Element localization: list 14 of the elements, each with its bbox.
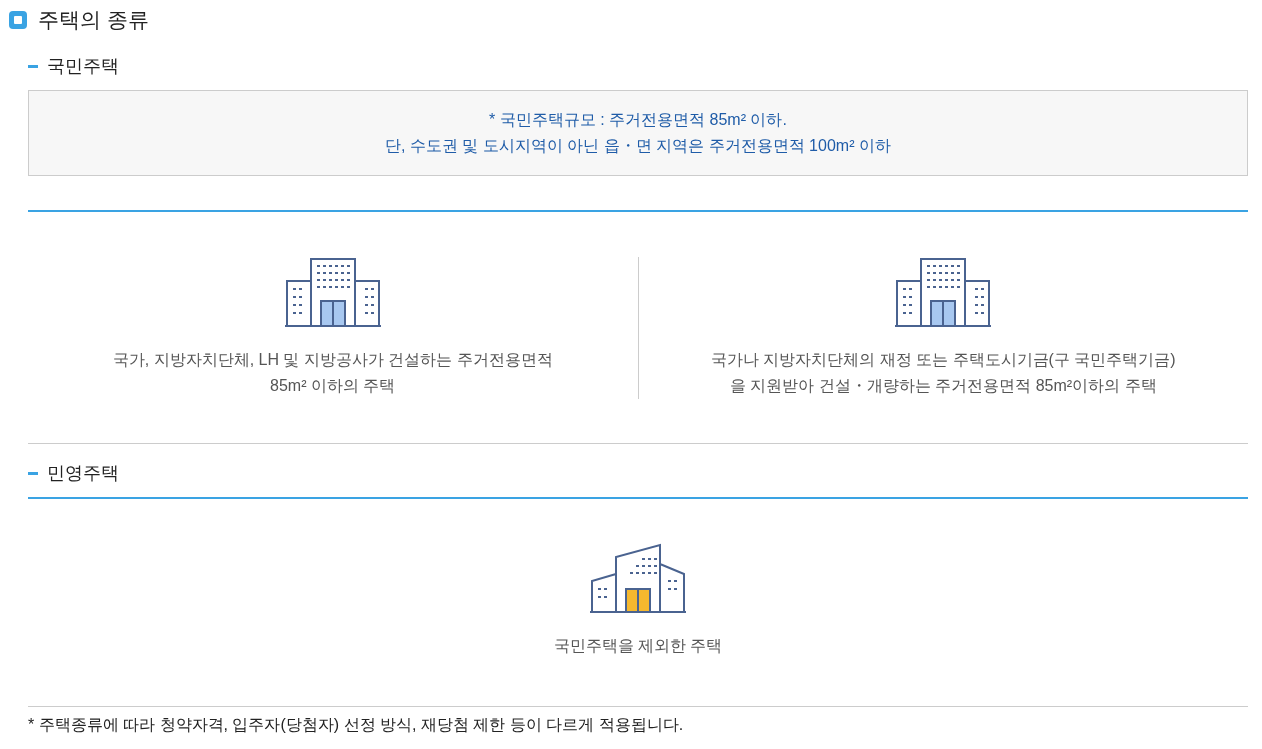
footnote: * 주택종류에 따라 청약자격, 입주자(당첨자) 선정 방식, 재당첨 제한 등이 다르게 적용됩니다. xyxy=(28,715,685,735)
description-text: 국가, 지방자치단체, LH 및 지방공사가 건설하는 주거전용면적 85m² 이하의 주택 xyxy=(112,350,553,396)
buildings-icon xyxy=(590,543,686,613)
heading-dash-icon xyxy=(28,471,38,475)
description-text: 국가나 지방자치단체의 재정 또는 주택도시기금(구 국민주택기금) 을 지원받아 건설・개량하는 주거전용면적 85m²이하의 주택 xyxy=(710,350,1176,396)
section-title: 주택의 종류 xyxy=(38,7,149,34)
subsection-heading: 국민주택 xyxy=(47,54,119,78)
title-bullet-icon xyxy=(9,11,27,29)
buildings-icon xyxy=(895,257,992,327)
heading-dash-icon xyxy=(28,64,38,68)
subsection-heading: 민영주택 xyxy=(47,461,119,485)
description-text: 국민주택을 제외한 주택 xyxy=(553,636,723,656)
notice-text: * 국민주택규모 : 주거전용면적 85m² 이하. 단, 수도권 및 도시지역이 아닌 읍・면 지역은 주거전용면적 100m² 이하 xyxy=(385,110,891,156)
buildings-icon xyxy=(284,257,381,327)
